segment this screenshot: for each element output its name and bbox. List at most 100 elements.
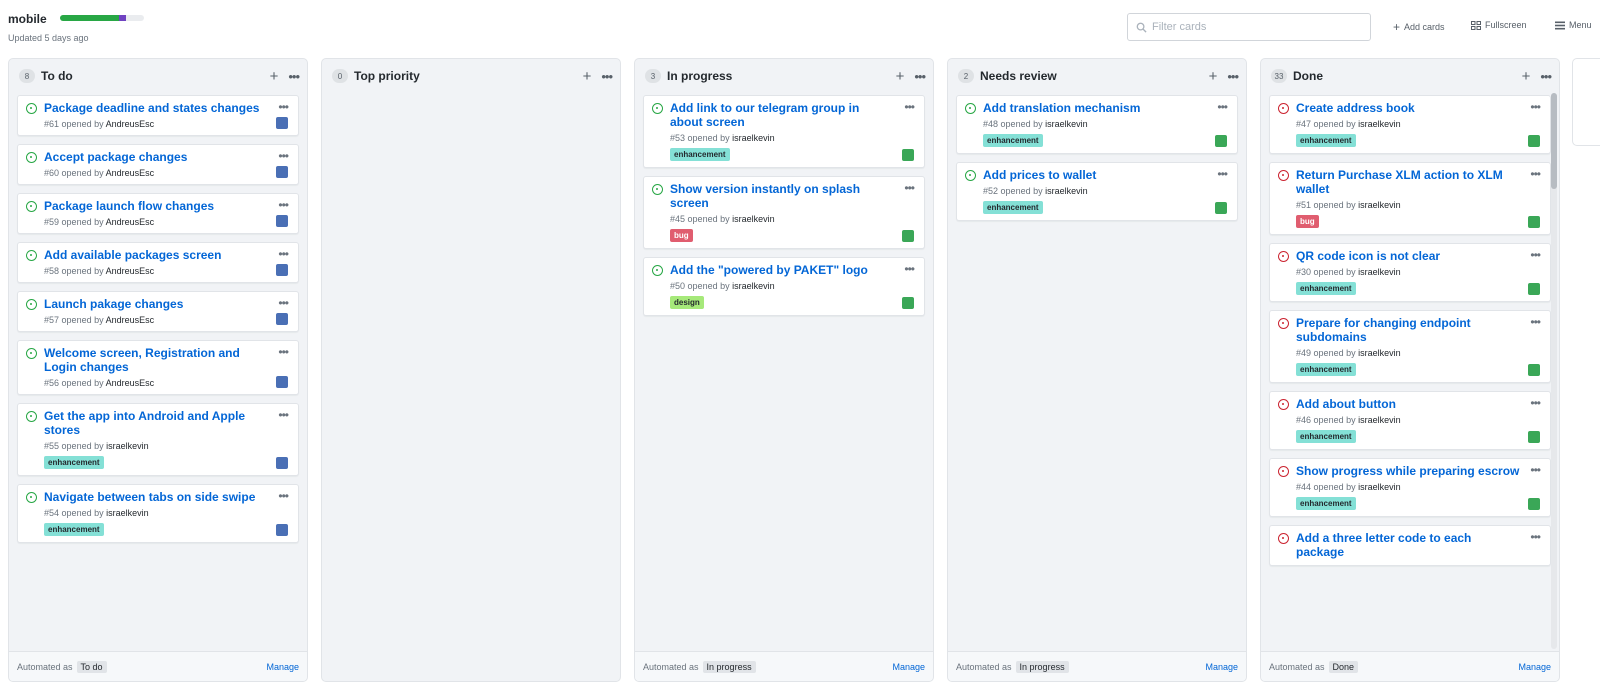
fullscreen-button[interactable]: Fullscreen [1471,20,1527,30]
issue-label[interactable]: enhancement [983,134,1043,147]
card-more-icon[interactable]: ••• [1530,396,1541,410]
issue-title-link[interactable]: Add about button [1296,397,1520,411]
issue-card[interactable]: Package deadline and states changes #61 o… [17,95,299,136]
assignee-avatar[interactable] [276,457,288,469]
assignee-avatar[interactable] [1528,216,1540,228]
issue-label[interactable]: enhancement [1296,282,1356,295]
issue-title-link[interactable]: Create address book [1296,101,1520,115]
issue-title-link[interactable]: Accept package changes [44,150,268,164]
card-more-icon[interactable]: ••• [1530,167,1541,181]
issue-title-link[interactable]: Navigate between tabs on side swipe [44,490,268,504]
issue-title-link[interactable]: Add the "powered by PAKET" logo [670,263,894,277]
card-more-icon[interactable]: ••• [1530,315,1541,329]
issue-author[interactable]: israelkevin [106,441,149,451]
add-card-icon[interactable]: + [1522,69,1531,84]
column-name[interactable]: To do [41,69,270,83]
card-more-icon[interactable]: ••• [1530,248,1541,262]
issue-card[interactable]: Add link to our telegram group in about … [643,95,925,168]
issue-title-link[interactable]: Package deadline and states changes [44,101,268,115]
issue-card[interactable]: Package launch flow changes #59 opened by… [17,193,299,234]
issue-title-link[interactable]: Welcome screen, Registration and Login c… [44,346,268,374]
card-more-icon[interactable]: ••• [278,345,289,359]
menu-button[interactable]: Menu [1555,20,1592,30]
manage-automation-link[interactable]: Manage [892,662,925,672]
issue-author[interactable]: AndreusEsc [106,217,155,227]
more-options-icon[interactable]: ••• [1540,70,1552,83]
assignee-avatar[interactable] [902,230,914,242]
assignee-avatar[interactable] [1528,431,1540,443]
column-name[interactable]: In progress [667,69,896,83]
issue-label[interactable]: enhancement [44,523,104,536]
assignee-avatar[interactable] [276,166,288,178]
issue-author[interactable]: israelkevin [1358,267,1401,277]
card-more-icon[interactable]: ••• [904,100,915,114]
issue-card[interactable]: QR code icon is not clear #30 opened by i… [1269,243,1551,302]
assignee-avatar[interactable] [902,149,914,161]
issue-label[interactable]: enhancement [670,148,730,161]
add-card-icon[interactable]: + [896,69,905,84]
issue-author[interactable]: israelkevin [1358,119,1401,129]
assignee-avatar[interactable] [1528,498,1540,510]
issue-title-link[interactable]: QR code icon is not clear [1296,249,1520,263]
add-card-icon[interactable]: + [583,69,592,84]
issue-card[interactable]: Get the app into Android and Apple store… [17,403,299,476]
assignee-avatar[interactable] [1215,135,1227,147]
issue-author[interactable]: israelkevin [732,133,775,143]
issue-title-link[interactable]: Show version instantly on splash screen [670,182,894,210]
issue-label[interactable]: enhancement [1296,430,1356,443]
issue-title-link[interactable]: Add link to our telegram group in about … [670,101,894,129]
card-more-icon[interactable]: ••• [278,296,289,310]
add-cards-button[interactable]: + Add cards [1393,20,1445,34]
more-options-icon[interactable]: ••• [1227,70,1239,83]
assignee-avatar[interactable] [276,264,288,276]
issue-card[interactable]: Launch pakage changes #57 opened by Andre… [17,291,299,332]
issue-card[interactable]: Add prices to wallet #52 opened by israel… [956,162,1238,221]
card-more-icon[interactable]: ••• [278,247,289,261]
issue-card[interactable]: Welcome screen, Registration and Login c… [17,340,299,395]
issue-title-link[interactable]: Show progress while preparing escrow [1296,464,1520,478]
column-name[interactable]: Done [1293,69,1522,83]
issue-author[interactable]: israelkevin [1358,348,1401,358]
card-more-icon[interactable]: ••• [1217,167,1228,181]
issue-card[interactable]: Show progress while preparing escrow #44 … [1269,458,1551,517]
issue-author[interactable]: AndreusEsc [106,315,155,325]
issue-title-link[interactable]: Add available packages screen [44,248,268,262]
issue-card[interactable]: Show version instantly on splash screen #… [643,176,925,249]
column-name[interactable]: Top priority [354,69,583,83]
assignee-avatar[interactable] [276,376,288,388]
issue-card[interactable]: Add about button #46 opened by israelkevi… [1269,391,1551,450]
card-more-icon[interactable]: ••• [278,100,289,114]
card-more-icon[interactable]: ••• [278,149,289,163]
issue-author[interactable]: AndreusEsc [106,378,155,388]
issue-author[interactable]: AndreusEsc [106,168,155,178]
card-more-icon[interactable]: ••• [1530,100,1541,114]
issue-author[interactable]: israelkevin [1045,186,1088,196]
filter-cards-field[interactable] [1127,13,1371,41]
issue-label[interactable]: enhancement [1296,134,1356,147]
assignee-avatar[interactable] [1528,364,1540,376]
manage-automation-link[interactable]: Manage [1518,662,1551,672]
column-scrollbar[interactable] [1551,93,1557,649]
assignee-avatar[interactable] [902,297,914,309]
manage-automation-link[interactable]: Manage [1205,662,1238,672]
issue-card[interactable]: Accept package changes #60 opened by Andr… [17,144,299,185]
assignee-avatar[interactable] [1528,135,1540,147]
issue-title-link[interactable]: Launch pakage changes [44,297,268,311]
issue-card[interactable]: Create address book #47 opened by israelk… [1269,95,1551,154]
issue-label[interactable]: enhancement [1296,363,1356,376]
issue-title-link[interactable]: Return Purchase XLM action to XLM wallet [1296,168,1520,196]
project-title[interactable]: mobile [8,12,47,26]
issue-title-link[interactable]: Add prices to wallet [983,168,1207,182]
issue-author[interactable]: israelkevin [1358,415,1401,425]
issue-label[interactable]: enhancement [44,456,104,469]
issue-title-link[interactable]: Prepare for changing endpoint subdomains [1296,316,1520,344]
issue-card[interactable]: Add available packages screen #58 opened … [17,242,299,283]
issue-card[interactable]: Prepare for changing endpoint subdomains… [1269,310,1551,383]
issue-label[interactable]: design [670,296,704,309]
issue-card[interactable]: Add translation mechanism #48 opened by i… [956,95,1238,154]
issue-author[interactable]: israelkevin [732,214,775,224]
issue-title-link[interactable]: Add a three letter code to each package [1296,531,1520,559]
issue-author[interactable]: israelkevin [1358,200,1401,210]
assignee-avatar[interactable] [1215,202,1227,214]
card-more-icon[interactable]: ••• [278,408,289,422]
